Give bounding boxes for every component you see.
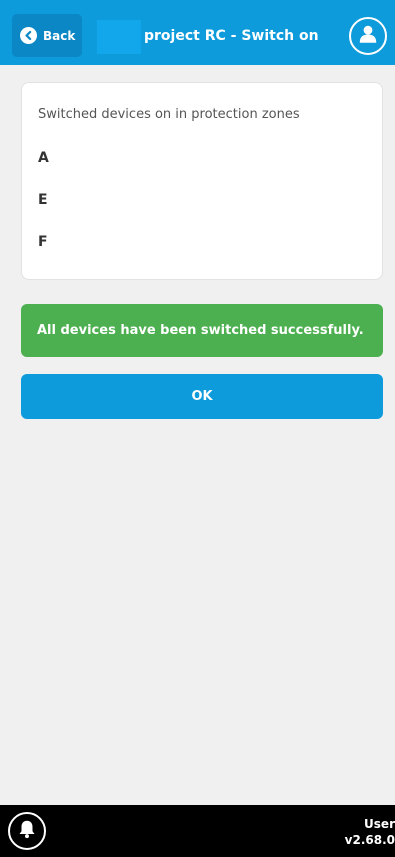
- switched-zones-card: Switched devices on in protection zones …: [21, 82, 383, 280]
- user-label: User: [364, 817, 395, 831]
- version-label: v2.68.0: [344, 833, 395, 847]
- user-button[interactable]: [349, 17, 387, 55]
- bell-icon: [16, 818, 38, 844]
- chevron-left-icon: [20, 27, 37, 44]
- success-message: All devices have been switched successfu…: [21, 304, 383, 357]
- zone-item: A: [38, 150, 49, 166]
- page-title: project RC - Switch on: [144, 28, 319, 44]
- card-label: Switched devices on in protection zones: [38, 107, 300, 122]
- back-button-label: Back: [43, 28, 76, 43]
- title-decoration: [97, 20, 141, 54]
- notifications-button[interactable]: [8, 812, 46, 850]
- user-icon: [357, 23, 379, 49]
- footer-bar: User v2.68.0: [0, 805, 395, 857]
- zone-item: E: [38, 192, 48, 208]
- back-button[interactable]: Back: [12, 14, 82, 57]
- app-header: Back project RC - Switch on: [0, 0, 395, 65]
- ok-button[interactable]: OK: [21, 374, 383, 419]
- zone-item: F: [38, 234, 48, 250]
